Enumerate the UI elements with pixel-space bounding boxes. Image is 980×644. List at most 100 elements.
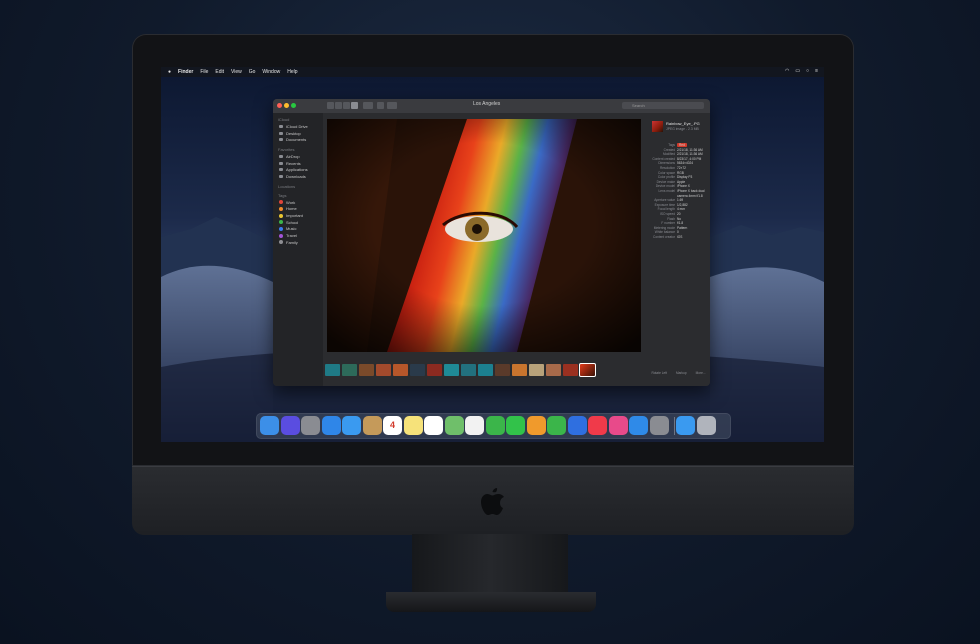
markup-button[interactable]: Markup bbox=[676, 371, 687, 375]
window-titlebar: Los Angeles Search bbox=[273, 99, 710, 113]
dock-app-store-icon[interactable] bbox=[629, 416, 648, 435]
dock-system-preferences-icon[interactable] bbox=[650, 416, 669, 435]
menu-file[interactable]: File bbox=[200, 69, 208, 75]
dock-finder-icon[interactable] bbox=[260, 416, 279, 435]
column-view-icon[interactable] bbox=[343, 102, 350, 109]
dock-facetime-icon[interactable] bbox=[506, 416, 525, 435]
thumbnail[interactable] bbox=[427, 364, 442, 376]
thumbnail[interactable] bbox=[376, 364, 391, 376]
sidebar-item-label: Recents bbox=[286, 161, 301, 166]
sidebar-tag-music[interactable]: Music bbox=[273, 226, 323, 233]
menu-help[interactable]: Help bbox=[287, 69, 297, 75]
dock-safari-icon[interactable] bbox=[322, 416, 341, 435]
menu-window[interactable]: Window bbox=[262, 69, 280, 75]
control-center-icon[interactable]: ≡ bbox=[815, 68, 818, 74]
thumbnail[interactable] bbox=[495, 364, 510, 376]
clock-icon bbox=[279, 162, 283, 165]
menu-edit[interactable]: Edit bbox=[215, 69, 224, 75]
thumbnail-selected[interactable] bbox=[580, 364, 595, 376]
gallery-view-icon[interactable] bbox=[351, 102, 358, 109]
thumbnail[interactable] bbox=[342, 364, 357, 376]
dock-numbers-icon[interactable] bbox=[547, 416, 566, 435]
tag-dot-icon bbox=[279, 200, 283, 204]
dock-siri-icon[interactable] bbox=[281, 416, 300, 435]
file-info: JPEG image - 2.3 MB bbox=[666, 127, 699, 131]
sidebar-item-airdrop[interactable]: AirDrop bbox=[273, 153, 323, 160]
dock-reminders-icon[interactable] bbox=[424, 416, 443, 435]
cloud-icon bbox=[279, 125, 283, 128]
rotate-left-button[interactable]: Rotate Left bbox=[651, 371, 667, 375]
thumbnail[interactable] bbox=[546, 364, 561, 376]
dock-downloads-icon[interactable] bbox=[676, 416, 695, 435]
more-button[interactable]: More... bbox=[696, 371, 706, 375]
list-view-icon[interactable] bbox=[335, 102, 342, 109]
dock-separator bbox=[674, 417, 675, 435]
battery-icon[interactable]: ▭ bbox=[795, 68, 800, 74]
sidebar-tag-family[interactable]: Family bbox=[273, 239, 323, 246]
thumbnail[interactable] bbox=[529, 364, 544, 376]
sidebar-tag-travel[interactable]: Travel bbox=[273, 232, 323, 239]
dock-launchpad-icon[interactable] bbox=[301, 416, 320, 435]
sidebar-header-locations: Locations bbox=[278, 184, 323, 189]
menu-go[interactable]: Go bbox=[249, 69, 256, 75]
menu-app-name[interactable]: Finder bbox=[178, 69, 193, 75]
thumbnail[interactable] bbox=[325, 364, 340, 376]
back-forward-icon[interactable] bbox=[277, 107, 289, 112]
sidebar-tag-home[interactable]: Home bbox=[273, 206, 323, 213]
imac-device: ● Finder File Edit View Go Window Help ◠… bbox=[132, 34, 854, 534]
dock-keynote-icon[interactable] bbox=[568, 416, 587, 435]
thumbnail[interactable] bbox=[359, 364, 374, 376]
dock-itunes-icon[interactable] bbox=[609, 416, 628, 435]
tag-dot-icon bbox=[279, 227, 283, 231]
icon-view-icon[interactable] bbox=[327, 102, 334, 109]
thumbnail[interactable] bbox=[478, 364, 493, 376]
tag-icon[interactable] bbox=[387, 102, 397, 109]
thumbnail[interactable] bbox=[563, 364, 578, 376]
metadata-inspector: Rainbow_Eye_.PG JPEG image - 2.3 MB Tags… bbox=[647, 113, 710, 386]
sidebar-item-documents[interactable]: Documents bbox=[273, 136, 323, 143]
apple-logo-icon bbox=[478, 485, 508, 519]
tag-dot-icon bbox=[279, 234, 283, 238]
tag-dot-icon bbox=[279, 240, 283, 244]
dock-calendar-icon[interactable]: 4 bbox=[383, 416, 402, 435]
gallery-preview-image[interactable] bbox=[327, 119, 641, 352]
share-icon[interactable] bbox=[377, 102, 384, 109]
sidebar-item-icloud-drive[interactable]: iCloud Drive bbox=[273, 123, 323, 130]
quick-actions: Rotate Left Markup More... bbox=[647, 371, 710, 375]
sidebar-tag-work[interactable]: Work bbox=[273, 199, 323, 206]
sidebar-item-label: Desktop bbox=[286, 131, 301, 136]
sidebar-item-recents[interactable]: Recents bbox=[273, 160, 323, 167]
group-by-icon[interactable] bbox=[363, 102, 373, 109]
dock-news-icon[interactable] bbox=[588, 416, 607, 435]
sidebar-item-label: Documents bbox=[286, 137, 306, 142]
dock-contacts-icon[interactable] bbox=[363, 416, 382, 435]
dock-notes-icon[interactable] bbox=[404, 416, 423, 435]
sidebar-item-desktop[interactable]: Desktop bbox=[273, 130, 323, 137]
dock-messages-icon[interactable] bbox=[486, 416, 505, 435]
dock-photos-icon[interactable] bbox=[465, 416, 484, 435]
dock-trash-icon[interactable] bbox=[697, 416, 716, 435]
dock-maps-icon[interactable] bbox=[445, 416, 464, 435]
search-field[interactable]: Search bbox=[622, 102, 704, 109]
sidebar-item-downloads[interactable]: Downloads bbox=[273, 173, 323, 180]
thumbnail[interactable] bbox=[461, 364, 476, 376]
thumbnail[interactable] bbox=[444, 364, 459, 376]
thumbnail[interactable] bbox=[512, 364, 527, 376]
thumbnail[interactable] bbox=[410, 364, 425, 376]
wifi-icon[interactable]: ◠ bbox=[785, 68, 789, 74]
sidebar-item-label: Travel bbox=[286, 233, 297, 238]
sidebar-tag-school[interactable]: School bbox=[273, 219, 323, 226]
dock-mail-icon[interactable] bbox=[342, 416, 361, 435]
thumbnail[interactable] bbox=[393, 364, 408, 376]
zoom-button[interactable] bbox=[291, 103, 296, 108]
menu-view[interactable]: View bbox=[231, 69, 242, 75]
spotlight-icon[interactable]: ○ bbox=[806, 68, 809, 74]
dock-pages-icon[interactable] bbox=[527, 416, 546, 435]
tag-dot-icon bbox=[279, 214, 283, 218]
sidebar-tag-important[interactable]: Important bbox=[273, 212, 323, 219]
tag-dot-icon bbox=[279, 207, 283, 211]
sidebar-item-applications[interactable]: Applications bbox=[273, 166, 323, 173]
imac-chin bbox=[132, 466, 854, 535]
apple-menu-icon[interactable]: ● bbox=[168, 69, 171, 75]
sidebar-header-icloud: iCloud bbox=[278, 117, 323, 122]
